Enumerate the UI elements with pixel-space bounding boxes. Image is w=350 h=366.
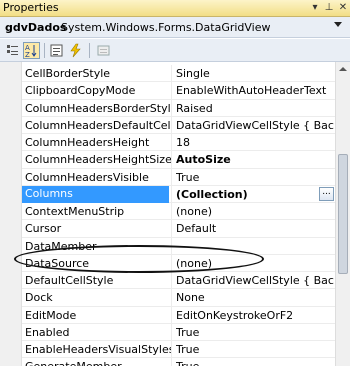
property-name[interactable]: DefaultCellStyle <box>25 274 172 287</box>
property-value[interactable]: True <box>176 343 335 356</box>
column-divider <box>171 306 172 323</box>
column-divider <box>171 254 172 271</box>
property-list: CellBorderStyle Single ClipboardCopyMode En… <box>22 65 335 366</box>
property-row[interactable]: EnableHeadersVisualStyles True <box>22 341 335 359</box>
column-divider <box>171 116 172 133</box>
property-row[interactable]: ColumnHeadersVisible True <box>22 168 335 186</box>
vertical-scrollbar[interactable] <box>335 62 350 366</box>
property-row[interactable]: DataMember <box>22 237 335 255</box>
column-divider <box>171 82 172 99</box>
property-value[interactable]: DataGridViewCellStyle { BackColo <box>176 274 335 287</box>
properties-toolbar: AZ <box>0 39 350 62</box>
svg-text:Z: Z <box>25 51 30 58</box>
ellipsis-button[interactable]: ... <box>319 186 334 201</box>
properties-icon[interactable] <box>48 42 65 59</box>
alphabetical-icon[interactable]: AZ <box>23 42 40 59</box>
grid-margin <box>0 62 22 366</box>
property-row[interactable]: ColumnHeadersDefaultCellSty DataGridViewC… <box>22 116 335 134</box>
property-name[interactable]: EditMode <box>25 309 172 322</box>
property-name[interactable]: EnableHeadersVisualStyles <box>25 343 172 356</box>
property-row[interactable]: Columns (Collection)... <box>22 185 335 203</box>
property-value[interactable]: None <box>176 291 335 304</box>
column-divider <box>171 185 172 202</box>
property-name[interactable]: DataMember <box>25 240 172 253</box>
property-row[interactable]: ClipboardCopyMode EnableWithAutoHeaderTex… <box>22 82 335 100</box>
toolbar-separator <box>89 43 90 58</box>
property-name[interactable]: CellBorderStyle <box>25 67 172 80</box>
property-name[interactable]: ClipboardCopyMode <box>25 84 172 97</box>
property-name[interactable]: ContextMenuStrip <box>25 205 172 218</box>
scroll-up-icon[interactable] <box>336 62 350 76</box>
column-divider <box>171 272 172 289</box>
property-value[interactable]: True <box>176 360 335 366</box>
property-row[interactable]: ColumnHeadersHeightSizeMo AutoSize <box>22 151 335 169</box>
property-name[interactable]: GenerateMember <box>25 360 172 366</box>
column-divider <box>171 341 172 358</box>
column-divider <box>171 99 172 116</box>
property-value[interactable]: True <box>176 171 335 184</box>
object-name: gdvDados <box>5 21 67 34</box>
property-grid: CellBorderStyle Single ClipboardCopyMode En… <box>0 62 350 366</box>
property-name[interactable]: ColumnHeadersHeightSizeMo <box>25 153 172 166</box>
property-value[interactable]: AutoSize <box>176 153 335 166</box>
property-pages-icon[interactable] <box>95 42 112 59</box>
property-name[interactable]: Dock <box>25 291 172 304</box>
column-divider <box>171 151 172 168</box>
property-value[interactable]: Raised <box>176 102 335 115</box>
toolbar-separator <box>44 43 45 58</box>
object-selector[interactable]: gdvDados System.Windows.Forms.DataGridVi… <box>0 17 350 38</box>
property-name[interactable]: ColumnHeadersBorderStyle <box>25 102 172 115</box>
property-row[interactable]: EditMode EditOnKeystrokeOrF2 <box>22 306 335 324</box>
property-row[interactable]: Enabled True <box>22 323 335 341</box>
property-row[interactable]: ColumnHeadersHeight 18 <box>22 134 335 152</box>
property-value[interactable]: EditOnKeystrokeOrF2 <box>176 309 335 322</box>
column-divider <box>171 220 172 237</box>
property-name[interactable]: Cursor <box>25 222 172 235</box>
column-divider <box>171 168 172 185</box>
column-divider <box>171 237 172 254</box>
dropdown-arrow-icon[interactable]: ▾ <box>308 1 322 15</box>
property-name[interactable]: Columns <box>22 185 169 203</box>
column-divider <box>171 358 172 366</box>
property-row[interactable]: ColumnHeadersBorderStyle Raised <box>22 99 335 117</box>
property-name[interactable]: ColumnHeadersVisible <box>25 171 172 184</box>
column-divider <box>171 323 172 340</box>
property-row[interactable]: CellBorderStyle Single <box>22 65 335 83</box>
chevron-down-icon <box>334 22 342 27</box>
property-value[interactable]: Default <box>176 222 335 235</box>
property-value[interactable]: Single <box>176 67 335 80</box>
window-title: Properties <box>3 1 59 14</box>
events-lightning-icon[interactable] <box>67 42 84 59</box>
title-bar: Properties ▾ ⊥ ✕ <box>0 0 350 17</box>
property-value[interactable]: True <box>176 326 335 339</box>
property-name[interactable]: DataSource <box>25 257 172 270</box>
property-value[interactable]: DataGridViewCellStyle { BackColo <box>176 119 335 132</box>
property-value[interactable]: (Collection) <box>176 188 335 201</box>
property-row[interactable]: Cursor Default <box>22 220 335 238</box>
property-name[interactable]: ColumnHeadersDefaultCellSty <box>25 119 172 132</box>
property-name[interactable]: Enabled <box>25 326 172 339</box>
property-value[interactable]: (none) <box>176 257 335 270</box>
property-value[interactable]: 18 <box>176 136 335 149</box>
column-divider <box>171 134 172 151</box>
property-row[interactable]: DataSource (none) <box>22 254 335 272</box>
property-row[interactable]: ContextMenuStrip (none) <box>22 203 335 221</box>
scrollbar-thumb[interactable] <box>338 154 348 274</box>
pin-icon[interactable]: ⊥ <box>322 1 336 15</box>
column-divider <box>171 289 172 306</box>
column-divider <box>171 203 172 220</box>
close-icon[interactable]: ✕ <box>336 1 350 15</box>
property-value[interactable]: EnableWithAutoHeaderText <box>176 84 335 97</box>
categorized-icon[interactable] <box>4 42 21 59</box>
object-type: System.Windows.Forms.DataGridView <box>61 21 271 34</box>
property-row[interactable]: Dock None <box>22 289 335 307</box>
property-row[interactable]: GenerateMember True <box>22 358 335 366</box>
property-row[interactable]: DefaultCellStyle DataGridViewCellStyle { … <box>22 272 335 290</box>
property-name[interactable]: ColumnHeadersHeight <box>25 136 172 149</box>
column-divider <box>171 65 172 82</box>
property-value[interactable]: (none) <box>176 205 335 218</box>
